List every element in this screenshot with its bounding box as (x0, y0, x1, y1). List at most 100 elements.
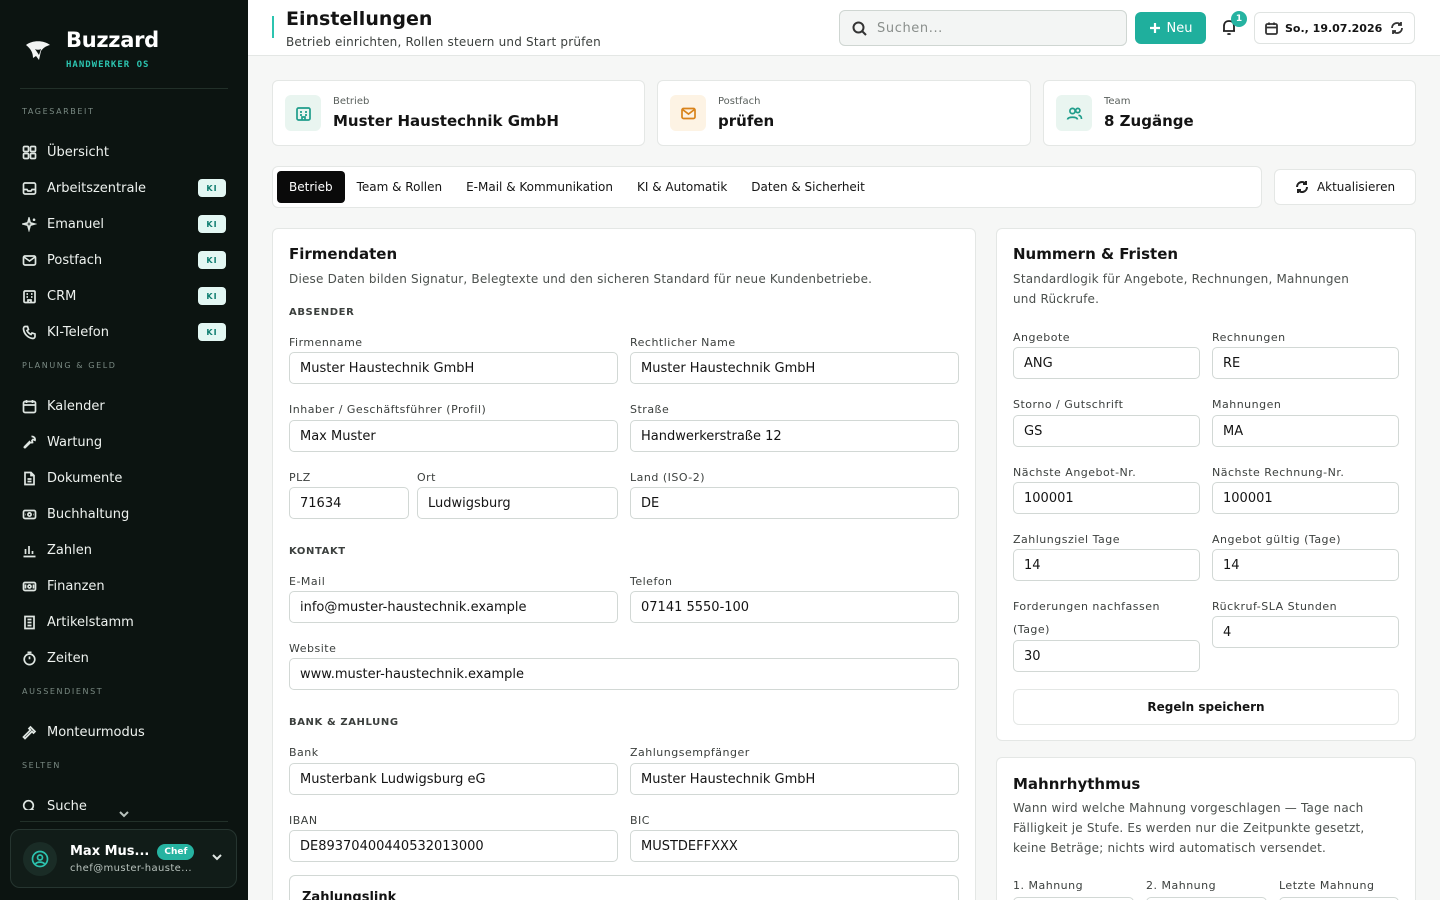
owner-field[interactable] (289, 420, 618, 452)
sidebar-item-crm[interactable]: CRM KI (0, 278, 248, 314)
legal-name-field[interactable] (630, 352, 959, 384)
search-box[interactable] (839, 10, 1127, 46)
sidebar-item-zahlen[interactable]: Zahlen (0, 532, 248, 568)
ai-badge: KI (198, 179, 226, 197)
receivables-followup-field[interactable] (1013, 640, 1200, 672)
field-label: 1. Mahnung (1013, 879, 1084, 892)
field-label: Ort (417, 471, 436, 484)
panel-description-line: keine Beträge; nichts wird automatisch v… (1013, 841, 1327, 855)
tab-email-kommunikation[interactable]: E-Mail & Kommunikation (454, 171, 625, 203)
summary-card-team[interactable]: Team 8 Zugänge (1043, 80, 1416, 146)
field-label: Rückruf-SLA Stunden (1212, 600, 1338, 613)
sidebar-item-label: CRM (47, 288, 77, 304)
search-input[interactable] (877, 20, 1097, 36)
city-field[interactable] (417, 487, 618, 519)
field-label: Rechnungen (1212, 331, 1286, 344)
sidebar-item-arbeitszentrale[interactable]: Arbeitszentrale KI (0, 170, 248, 206)
scroll-down-icon[interactable] (118, 805, 130, 818)
company-name-field[interactable] (289, 352, 618, 384)
sidebar-item-label: Wartung (47, 434, 103, 450)
field-label: (Tage) (1013, 623, 1050, 636)
new-button[interactable]: Neu (1135, 12, 1206, 44)
sidebar-section-heading: SELTEN (22, 761, 62, 770)
panel-description-line: Standardlogik für Angebote, Rechnungen, … (1013, 272, 1350, 286)
street-field[interactable] (630, 420, 959, 452)
summary-value: Muster Haustechnik GmbH (333, 112, 559, 130)
sidebar-item-ki-telefon[interactable]: KI-Telefon KI (0, 314, 248, 350)
role-badge: Chef (157, 843, 195, 860)
bic-field[interactable] (630, 830, 959, 862)
sidebar-item-label: Kalender (47, 398, 105, 414)
quote-prefix-field[interactable] (1013, 347, 1200, 379)
quote-validity-field[interactable] (1212, 549, 1399, 581)
credit-note-prefix-field[interactable] (1013, 415, 1200, 447)
user-menu[interactable]: Max Mus... Chef chef@muster-hauste... (10, 829, 237, 888)
sidebar-item-postfach[interactable]: Postfach KI (0, 242, 248, 278)
title-accent (272, 16, 274, 38)
sidebar-item-übersicht[interactable]: Übersicht (0, 134, 248, 170)
refresh-icon[interactable] (1390, 21, 1404, 35)
list-icon (22, 615, 37, 630)
phone-field[interactable] (630, 591, 959, 623)
buzzard-logo-icon (26, 41, 50, 60)
summary-card-betrieb[interactable]: Betrieb Muster Haustechnik GmbH (272, 80, 645, 146)
section-heading-sender: ABSENDER (289, 307, 355, 318)
zip-field[interactable] (289, 487, 409, 519)
sidebar-item-zeiten[interactable]: Zeiten (0, 640, 248, 676)
sidebar-item-finanzen[interactable]: Finanzen (0, 568, 248, 604)
tab-betrieb[interactable]: Betrieb (277, 171, 345, 203)
sidebar-item-emanuel[interactable]: Emanuel KI (0, 206, 248, 242)
page-title: Einstellungen (286, 8, 433, 30)
field-label: Land (ISO-2) (630, 471, 706, 484)
sidebar-item-label: Zahlen (47, 542, 92, 558)
website-field[interactable] (289, 658, 959, 690)
field-label: Nächste Angebot-Nr. (1013, 466, 1137, 479)
callback-sla-field[interactable] (1212, 616, 1399, 648)
sidebar-item-artikelstamm[interactable]: Artikelstamm (0, 604, 248, 640)
field-label: Mahnungen (1212, 398, 1282, 411)
iban-field[interactable] (289, 830, 618, 862)
sidebar-item-wartung[interactable]: Wartung (0, 424, 248, 460)
dunning-rhythm-panel: Mahnrhythmus Wann wird welche Mahnung vo… (996, 757, 1416, 900)
country-field[interactable] (630, 487, 959, 519)
chevron-down-icon[interactable] (210, 849, 224, 868)
field-label: Zahlungsziel Tage (1013, 533, 1121, 546)
summary-card-postfach[interactable]: Postfach prüfen (657, 80, 1031, 146)
tab-ki-automatik[interactable]: KI & Automatik (625, 171, 739, 203)
sidebar-nav: TAGESARBEIT Übersicht Arbeitszentrale KI Ema… (0, 98, 248, 810)
building-icon (22, 289, 37, 304)
payment-term-field[interactable] (1013, 549, 1200, 581)
refresh-button[interactable]: Aktualisieren (1274, 169, 1416, 205)
date-display[interactable]: So., 19.07.2026 (1254, 12, 1415, 44)
save-rules-button[interactable]: Regeln speichern (1013, 689, 1399, 725)
invoice-prefix-field[interactable] (1212, 347, 1399, 379)
sidebar-item-kalender[interactable]: Kalender (0, 388, 248, 424)
sidebar-item-label: Dokumente (47, 470, 123, 486)
user-name: Max Mus... (70, 844, 150, 859)
sidebar-item-label: Postfach (47, 252, 103, 268)
bank-field[interactable] (289, 763, 618, 795)
dunning-prefix-field[interactable] (1212, 415, 1399, 447)
section-heading-contact: KONTAKT (289, 546, 346, 557)
panel-title: Firmendaten (289, 245, 398, 263)
field-label: Website (289, 642, 337, 655)
field-label: IBAN (289, 814, 318, 827)
field-label: Inhaber / Geschäftsführer (Profil) (289, 403, 487, 416)
tab-daten-sicherheit[interactable]: Daten & Sicherheit (739, 171, 877, 203)
settings-tabs: Betrieb Team & Rollen E-Mail & Kommunika… (272, 166, 1262, 208)
divider (20, 821, 228, 822)
wallet-icon (22, 579, 37, 594)
sidebar: Buzzard HANDWERKER OS TAGESARBEIT Übersic… (0, 0, 248, 900)
sidebar-item-monteurmodus[interactable]: Monteurmodus (0, 714, 248, 750)
tab-team-rollen[interactable]: Team & Rollen (345, 171, 455, 203)
payee-field[interactable] (630, 763, 959, 795)
field-label: Angebote (1013, 331, 1071, 344)
next-invoice-number-field[interactable] (1212, 482, 1399, 514)
divider (20, 88, 228, 89)
sidebar-item-dokumente[interactable]: Dokumente (0, 460, 248, 496)
next-quote-number-field[interactable] (1013, 482, 1200, 514)
sidebar-item-buchhaltung[interactable]: Buchhaltung (0, 496, 248, 532)
panel-description-line: und Rückrufe. (1013, 292, 1100, 306)
brand[interactable]: Buzzard HANDWERKER OS (24, 28, 159, 70)
email-field[interactable] (289, 591, 618, 623)
